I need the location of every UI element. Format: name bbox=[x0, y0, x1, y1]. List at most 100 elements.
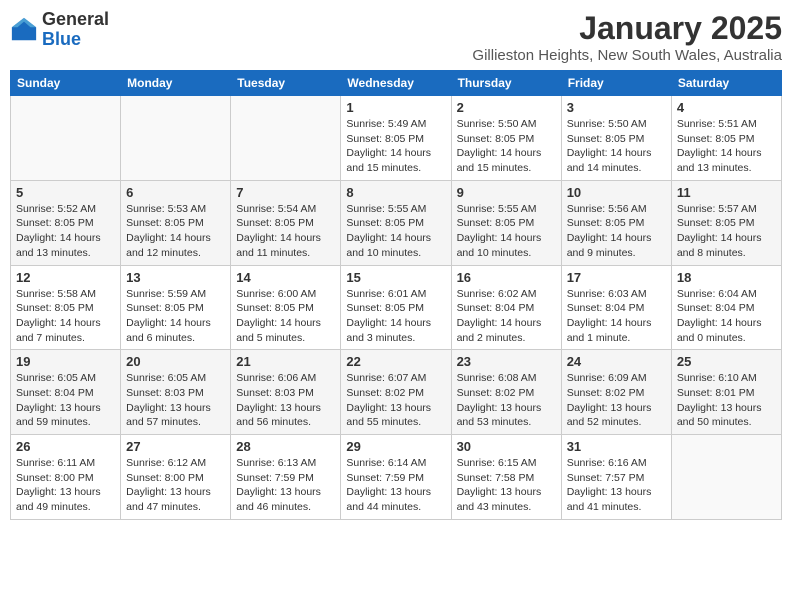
day-number: 6 bbox=[126, 185, 225, 200]
day-info: Sunrise: 6:01 AM Sunset: 8:05 PM Dayligh… bbox=[346, 287, 445, 346]
day-number: 11 bbox=[677, 185, 776, 200]
weekday-header-saturday: Saturday bbox=[671, 71, 781, 96]
day-number: 12 bbox=[16, 270, 115, 285]
logo-general-text: General bbox=[42, 9, 109, 29]
day-cell bbox=[11, 96, 121, 181]
week-row-1: 1Sunrise: 5:49 AM Sunset: 8:05 PM Daylig… bbox=[11, 96, 782, 181]
day-number: 7 bbox=[236, 185, 335, 200]
location-text: Gillieston Heights, New South Wales, Aus… bbox=[472, 47, 782, 64]
day-number: 23 bbox=[457, 354, 556, 369]
day-cell bbox=[121, 96, 231, 181]
day-cell: 7 Sunrise: 5:54 AM Sunset: 8:05 PM Daylig… bbox=[231, 180, 341, 265]
logo-blue-text: Blue bbox=[42, 29, 81, 49]
day-info: Sunrise: 5:59 AM Sunset: 8:05 PM Dayligh… bbox=[126, 287, 225, 346]
day-number: 29 bbox=[346, 439, 445, 454]
day-info: Sunrise: 6:08 AM Sunset: 8:02 PM Dayligh… bbox=[457, 371, 556, 430]
day-cell: 11 Sunrise: 5:57 AM Sunset: 8:05 PM Dayli… bbox=[671, 180, 781, 265]
day-info: Sunrise: 5:50 AM Sunset: 8:05 PM Dayligh… bbox=[567, 117, 666, 176]
day-cell: 1Sunrise: 5:49 AM Sunset: 8:05 PM Daylig… bbox=[341, 96, 451, 181]
day-cell: 8Sunrise: 5:55 AM Sunset: 8:05 PM Daylig… bbox=[341, 180, 451, 265]
day-info: Sunrise: 6:00 AM Sunset: 8:05 PM Dayligh… bbox=[236, 287, 335, 346]
day-number: 3 bbox=[567, 100, 666, 115]
day-number: 19 bbox=[16, 354, 115, 369]
day-info: Sunrise: 5:51 AM Sunset: 8:05 PM Dayligh… bbox=[677, 117, 776, 176]
weekday-row: SundayMondayTuesdayWednesdayThursdayFrid… bbox=[11, 71, 782, 96]
day-info: Sunrise: 5:52 AM Sunset: 8:05 PM Dayligh… bbox=[16, 202, 115, 261]
weekday-header-sunday: Sunday bbox=[11, 71, 121, 96]
calendar-body: 1Sunrise: 5:49 AM Sunset: 8:05 PM Daylig… bbox=[11, 96, 782, 520]
day-info: Sunrise: 6:15 AM Sunset: 7:58 PM Dayligh… bbox=[457, 456, 556, 515]
calendar-header: SundayMondayTuesdayWednesdayThursdayFrid… bbox=[11, 71, 782, 96]
day-cell: 20 Sunrise: 6:05 AM Sunset: 8:03 PM Dayli… bbox=[121, 350, 231, 435]
day-info: Sunrise: 5:58 AM Sunset: 8:05 PM Dayligh… bbox=[16, 287, 115, 346]
day-number: 16 bbox=[457, 270, 556, 285]
day-info: Sunrise: 6:05 AM Sunset: 8:04 PM Dayligh… bbox=[16, 371, 115, 430]
day-number: 22 bbox=[346, 354, 445, 369]
day-info: Sunrise: 6:13 AM Sunset: 7:59 PM Dayligh… bbox=[236, 456, 335, 515]
page-header: General Blue January 2025 Gillieston Hei… bbox=[10, 10, 782, 64]
day-cell: 27Sunrise: 6:12 AM Sunset: 8:00 PM Dayli… bbox=[121, 435, 231, 520]
day-cell bbox=[231, 96, 341, 181]
day-number: 31 bbox=[567, 439, 666, 454]
day-info: Sunrise: 5:55 AM Sunset: 8:05 PM Dayligh… bbox=[457, 202, 556, 261]
day-info: Sunrise: 5:53 AM Sunset: 8:05 PM Dayligh… bbox=[126, 202, 225, 261]
day-cell: 14 Sunrise: 6:00 AM Sunset: 8:05 PM Dayli… bbox=[231, 265, 341, 350]
day-cell: 16 Sunrise: 6:02 AM Sunset: 8:04 PM Dayli… bbox=[451, 265, 561, 350]
day-cell: 2Sunrise: 5:50 AM Sunset: 8:05 PM Daylig… bbox=[451, 96, 561, 181]
weekday-header-wednesday: Wednesday bbox=[341, 71, 451, 96]
day-info: Sunrise: 6:04 AM Sunset: 8:04 PM Dayligh… bbox=[677, 287, 776, 346]
day-cell: 18 Sunrise: 6:04 AM Sunset: 8:04 PM Dayli… bbox=[671, 265, 781, 350]
day-cell: 6 Sunrise: 5:53 AM Sunset: 8:05 PM Daylig… bbox=[121, 180, 231, 265]
weekday-header-monday: Monday bbox=[121, 71, 231, 96]
day-info: Sunrise: 6:03 AM Sunset: 8:04 PM Dayligh… bbox=[567, 287, 666, 346]
day-cell: 25Sunrise: 6:10 AM Sunset: 8:01 PM Dayli… bbox=[671, 350, 781, 435]
day-info: Sunrise: 5:54 AM Sunset: 8:05 PM Dayligh… bbox=[236, 202, 335, 261]
day-cell: 17 Sunrise: 6:03 AM Sunset: 8:04 PM Dayli… bbox=[561, 265, 671, 350]
day-info: Sunrise: 6:07 AM Sunset: 8:02 PM Dayligh… bbox=[346, 371, 445, 430]
day-cell: 12 Sunrise: 5:58 AM Sunset: 8:05 PM Dayli… bbox=[11, 265, 121, 350]
day-info: Sunrise: 6:16 AM Sunset: 7:57 PM Dayligh… bbox=[567, 456, 666, 515]
day-cell: 15 Sunrise: 6:01 AM Sunset: 8:05 PM Dayli… bbox=[341, 265, 451, 350]
day-number: 10 bbox=[567, 185, 666, 200]
weekday-header-tuesday: Tuesday bbox=[231, 71, 341, 96]
day-number: 18 bbox=[677, 270, 776, 285]
week-row-4: 19 Sunrise: 6:05 AM Sunset: 8:04 PM Dayli… bbox=[11, 350, 782, 435]
day-cell: 22 Sunrise: 6:07 AM Sunset: 8:02 PM Dayli… bbox=[341, 350, 451, 435]
calendar-table: SundayMondayTuesdayWednesdayThursdayFrid… bbox=[10, 70, 782, 520]
day-number: 1 bbox=[346, 100, 445, 115]
weekday-header-thursday: Thursday bbox=[451, 71, 561, 96]
day-number: 5 bbox=[16, 185, 115, 200]
day-info: Sunrise: 5:57 AM Sunset: 8:05 PM Dayligh… bbox=[677, 202, 776, 261]
day-cell: 3 Sunrise: 5:50 AM Sunset: 8:05 PM Daylig… bbox=[561, 96, 671, 181]
day-number: 28 bbox=[236, 439, 335, 454]
day-number: 15 bbox=[346, 270, 445, 285]
day-number: 17 bbox=[567, 270, 666, 285]
day-info: Sunrise: 6:14 AM Sunset: 7:59 PM Dayligh… bbox=[346, 456, 445, 515]
month-title: January 2025 bbox=[472, 10, 782, 47]
day-cell: 4 Sunrise: 5:51 AM Sunset: 8:05 PM Daylig… bbox=[671, 96, 781, 181]
day-cell: 23 Sunrise: 6:08 AM Sunset: 8:02 PM Dayli… bbox=[451, 350, 561, 435]
day-number: 21 bbox=[236, 354, 335, 369]
day-number: 4 bbox=[677, 100, 776, 115]
weekday-header-friday: Friday bbox=[561, 71, 671, 96]
day-number: 14 bbox=[236, 270, 335, 285]
day-cell: 13Sunrise: 5:59 AM Sunset: 8:05 PM Dayli… bbox=[121, 265, 231, 350]
day-cell: 24Sunrise: 6:09 AM Sunset: 8:02 PM Dayli… bbox=[561, 350, 671, 435]
day-cell: 30 Sunrise: 6:15 AM Sunset: 7:58 PM Dayli… bbox=[451, 435, 561, 520]
day-number: 26 bbox=[16, 439, 115, 454]
day-number: 25 bbox=[677, 354, 776, 369]
day-number: 27 bbox=[126, 439, 225, 454]
day-info: Sunrise: 6:02 AM Sunset: 8:04 PM Dayligh… bbox=[457, 287, 556, 346]
day-info: Sunrise: 6:05 AM Sunset: 8:03 PM Dayligh… bbox=[126, 371, 225, 430]
day-cell: 19 Sunrise: 6:05 AM Sunset: 8:04 PM Dayli… bbox=[11, 350, 121, 435]
day-number: 30 bbox=[457, 439, 556, 454]
day-number: 20 bbox=[126, 354, 225, 369]
week-row-2: 5 Sunrise: 5:52 AM Sunset: 8:05 PM Daylig… bbox=[11, 180, 782, 265]
week-row-5: 26Sunrise: 6:11 AM Sunset: 8:00 PM Dayli… bbox=[11, 435, 782, 520]
logo-icon bbox=[10, 16, 38, 44]
day-cell bbox=[671, 435, 781, 520]
day-cell: 31 Sunrise: 6:16 AM Sunset: 7:57 PM Dayli… bbox=[561, 435, 671, 520]
logo: General Blue bbox=[10, 10, 109, 50]
day-info: Sunrise: 6:06 AM Sunset: 8:03 PM Dayligh… bbox=[236, 371, 335, 430]
day-cell: 9Sunrise: 5:55 AM Sunset: 8:05 PM Daylig… bbox=[451, 180, 561, 265]
